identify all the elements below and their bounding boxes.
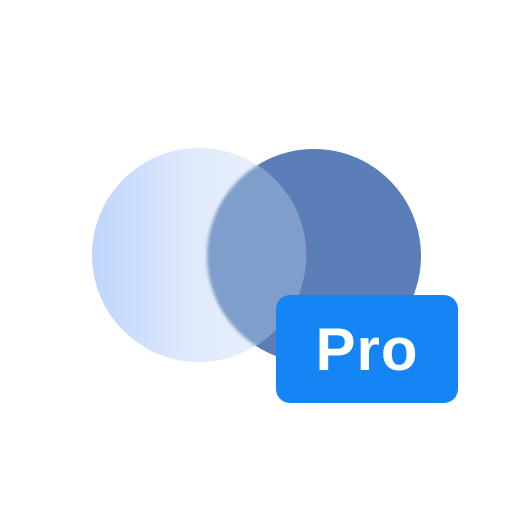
overlapping-circles-icon	[92, 148, 421, 363]
pro-badge: Pro	[276, 295, 458, 403]
app-icon: Pro	[0, 0, 512, 512]
pro-badge-label: Pro	[315, 316, 419, 383]
